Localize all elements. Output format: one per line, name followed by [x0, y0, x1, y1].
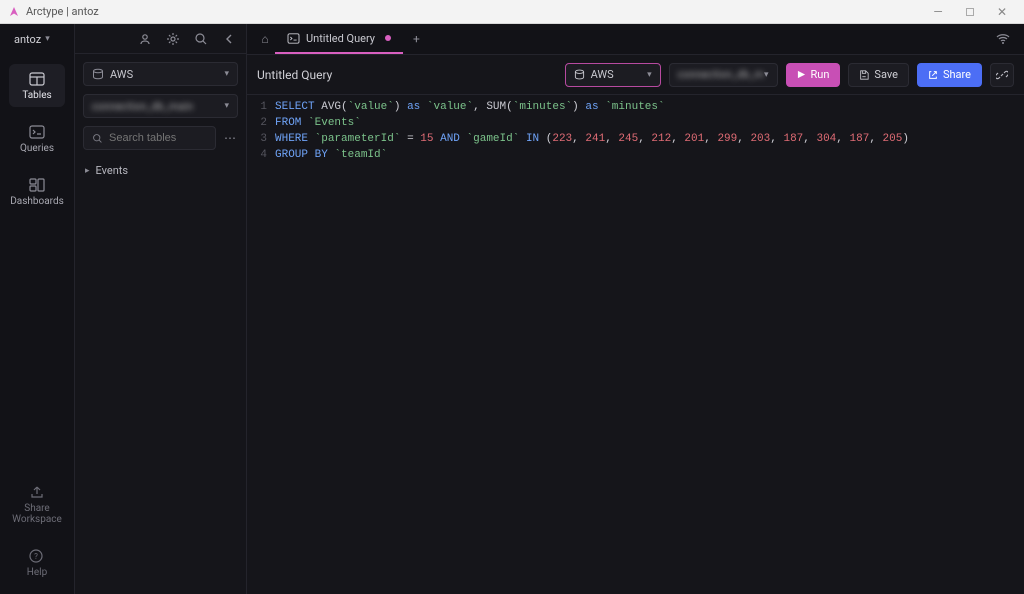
nav-item-label: Tables [22, 90, 51, 101]
nav-queries[interactable]: Queries [9, 117, 65, 160]
table-icon [29, 72, 45, 86]
nav-item-label: Queries [20, 143, 54, 154]
chevron-down-icon: ▾ [45, 34, 50, 44]
nav-item-label: Help [27, 567, 47, 578]
chevron-down-icon: ▾ [224, 69, 229, 79]
sidebar-more-button[interactable]: ⋯ [222, 131, 238, 145]
dirty-indicator-icon [385, 35, 391, 41]
sql-editor[interactable]: 1234 SELECT AVG(`value`) as `value`, SUM… [247, 95, 1024, 594]
dashboards-icon [29, 178, 45, 192]
share-label: Share [943, 68, 971, 81]
window-close-button[interactable]: ✕ [988, 5, 1016, 19]
nav-dashboards[interactable]: Dashboards [9, 170, 65, 213]
sidebar-panel: AWS ▾ connection_db_main ▾ ⋯ ▸ Events [75, 24, 247, 594]
nav-help[interactable]: ? Help [9, 541, 65, 584]
main-panel: ⌂ Untitled Query + Untitled Query [247, 24, 1024, 594]
save-button[interactable]: Save [848, 63, 909, 87]
share-button[interactable]: Share [917, 63, 982, 87]
window-title: Arctype | antoz [26, 5, 99, 18]
tab-label: Untitled Query [306, 32, 375, 45]
user-icon[interactable] [138, 32, 152, 46]
search-icon [92, 133, 103, 144]
workspace-switcher[interactable]: antoz ▾ [0, 24, 74, 54]
chevron-down-icon: ▾ [224, 101, 229, 111]
nav-item-label: Share Workspace [12, 503, 62, 525]
connection-status-icon [982, 24, 1024, 54]
connection-select[interactable]: connection_db_main ▾ [83, 94, 238, 118]
help-icon: ? [29, 549, 45, 563]
nav-item-label: Dashboards [10, 196, 64, 207]
queries-icon [29, 125, 45, 139]
save-icon [859, 70, 869, 80]
nav-share-workspace[interactable]: Share Workspace [9, 477, 65, 531]
connection-select-label: connection_db_main [92, 100, 193, 113]
tree-item-events[interactable]: ▸ Events [83, 160, 238, 181]
search-icon[interactable] [194, 32, 208, 46]
run-label: Run [811, 68, 830, 81]
new-tab-button[interactable]: + [403, 24, 430, 54]
tab-bar: ⌂ Untitled Query + [247, 24, 1024, 55]
database-select[interactable]: AWS ▾ [83, 62, 238, 86]
chevron-down-icon: ▾ [647, 70, 652, 80]
share-icon [29, 485, 45, 499]
chevron-right-icon: ▸ [85, 166, 90, 176]
search-tables-input[interactable] [109, 132, 207, 144]
play-icon [797, 70, 806, 79]
window-maximize-button[interactable] [966, 8, 974, 16]
chevron-down-icon: ▾ [764, 70, 769, 80]
collapse-sidebar-icon[interactable] [222, 32, 236, 46]
toolbar-db-label: AWS [591, 68, 614, 81]
link-icon [996, 69, 1008, 81]
run-button[interactable]: Run [786, 63, 841, 87]
database-icon [92, 68, 104, 80]
toolbar-conn-label: connection_db_m [678, 68, 764, 81]
copy-link-button[interactable] [990, 63, 1014, 87]
external-link-icon [928, 70, 938, 80]
query-title[interactable]: Untitled Query [257, 68, 332, 82]
nav-tables[interactable]: Tables [9, 64, 65, 107]
line-gutter: 1234 [247, 99, 275, 594]
nav-column: antoz ▾ Tables Queries Dashboards [0, 24, 75, 594]
app-logo-icon [8, 6, 20, 18]
query-tab-icon [287, 33, 300, 44]
database-select-label: AWS [110, 68, 133, 81]
search-tables-input-wrap[interactable] [83, 126, 216, 150]
table-tree: ▸ Events [83, 160, 238, 181]
database-icon [574, 69, 585, 80]
window-titlebar: Arctype | antoz — ✕ [0, 0, 1024, 24]
window-minimize-button[interactable]: — [924, 5, 952, 19]
toolbar-db-select[interactable]: AWS ▾ [565, 63, 661, 87]
query-toolbar: Untitled Query AWS ▾ connection_db_m ▾ [247, 55, 1024, 95]
gear-icon[interactable] [166, 32, 180, 46]
svg-text:?: ? [34, 552, 38, 561]
home-tab-button[interactable]: ⌂ [255, 24, 275, 54]
save-label: Save [874, 68, 898, 81]
workspace-name: antoz [14, 33, 41, 46]
tab-untitled-query[interactable]: Untitled Query [275, 24, 403, 54]
code-area[interactable]: SELECT AVG(`value`) as `value`, SUM(`min… [275, 99, 1024, 594]
tree-item-label: Events [96, 164, 129, 177]
toolbar-conn-select[interactable]: connection_db_m ▾ [669, 63, 778, 87]
